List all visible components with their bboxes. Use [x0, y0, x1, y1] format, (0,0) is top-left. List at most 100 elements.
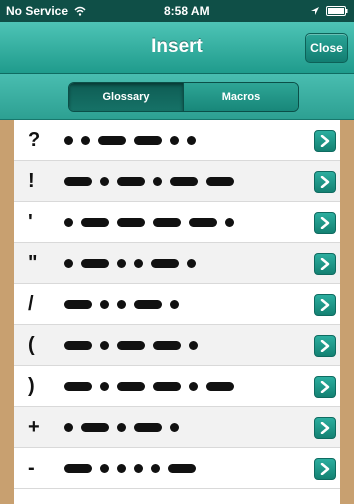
morse-dash: [98, 135, 126, 145]
chevron-right-icon: [320, 299, 330, 311]
character-label: ?: [28, 128, 41, 151]
morse-dot: [153, 176, 162, 186]
morse-dash: [170, 176, 198, 186]
morse-dot: [151, 463, 160, 473]
morse-dash: [168, 463, 196, 473]
chevron-right-icon: [320, 135, 330, 147]
chevron-right-icon: [320, 340, 330, 352]
morse-code: [64, 463, 340, 473]
status-right: [310, 6, 348, 16]
chevron-right-icon: [320, 463, 330, 475]
segmented-control: Glossary Macros: [68, 82, 299, 112]
morse-dash: [206, 176, 234, 186]
disclosure-button[interactable]: [314, 417, 336, 439]
morse-code: [64, 176, 340, 186]
morse-dot: [170, 299, 179, 309]
morse-code: [64, 340, 340, 350]
morse-dot: [189, 381, 198, 391]
morse-dot: [100, 299, 109, 309]
location-arrow-icon: [310, 6, 320, 16]
morse-dash: [134, 422, 162, 432]
tab-glossary[interactable]: Glossary: [69, 83, 183, 111]
character-label: ": [28, 251, 38, 274]
morse-dot: [64, 422, 73, 432]
list-item[interactable]: /: [14, 284, 340, 325]
morse-dot: [117, 299, 126, 309]
disclosure-button[interactable]: [314, 294, 336, 316]
morse-dot: [64, 217, 73, 227]
list-item[interactable]: +: [14, 407, 340, 448]
character-label: ): [28, 374, 35, 397]
wifi-icon: [74, 6, 86, 16]
morse-dot: [100, 176, 109, 186]
character-label: ': [28, 210, 33, 233]
morse-dash: [151, 258, 179, 268]
morse-code: [64, 299, 340, 309]
status-bar: No Service 8:58 AM: [0, 0, 354, 22]
morse-dot: [170, 422, 179, 432]
morse-dot: [117, 258, 126, 268]
morse-dot: [100, 340, 109, 350]
morse-code: [64, 217, 340, 227]
tab-macros[interactable]: Macros: [183, 83, 298, 111]
morse-dot: [100, 463, 109, 473]
morse-dot: [64, 135, 73, 145]
chevron-right-icon: [320, 258, 330, 270]
morse-dot: [189, 340, 198, 350]
morse-dash: [64, 340, 92, 350]
list-item[interactable]: ?: [14, 120, 340, 161]
morse-dash: [81, 258, 109, 268]
morse-dash: [64, 176, 92, 186]
chevron-right-icon: [320, 422, 330, 434]
close-button[interactable]: Close: [305, 33, 348, 63]
morse-dash: [153, 381, 181, 391]
morse-dot: [117, 463, 126, 473]
disclosure-button[interactable]: [314, 253, 336, 275]
chevron-right-icon: [320, 176, 330, 188]
morse-dot: [117, 422, 126, 432]
page-title: Insert: [151, 36, 203, 57]
morse-dash: [64, 463, 92, 473]
morse-dash: [81, 217, 109, 227]
disclosure-button[interactable]: [314, 376, 336, 398]
list-item[interactable]: -: [14, 448, 340, 489]
disclosure-button[interactable]: [314, 212, 336, 234]
morse-dash: [117, 217, 145, 227]
morse-dash: [117, 340, 145, 350]
morse-dot: [100, 381, 109, 391]
disclosure-button[interactable]: [314, 130, 336, 152]
list-item[interactable]: ): [14, 366, 340, 407]
morse-dash: [117, 381, 145, 391]
morse-dot: [134, 258, 143, 268]
list-item[interactable]: (: [14, 325, 340, 366]
battery-icon: [326, 6, 348, 16]
character-label: +: [28, 415, 40, 438]
morse-dot: [64, 258, 73, 268]
morse-code: [64, 422, 340, 432]
morse-dash: [134, 299, 162, 309]
morse-dot: [187, 258, 196, 268]
navigation-bar: Insert Close: [0, 22, 354, 74]
morse-dash: [153, 340, 181, 350]
list-item[interactable]: ': [14, 202, 340, 243]
morse-dash: [134, 135, 162, 145]
carrier-label: No Service: [6, 4, 69, 18]
list-item[interactable]: !: [14, 161, 340, 202]
morse-dot: [170, 135, 179, 145]
character-label: !: [28, 169, 35, 192]
morse-dash: [81, 422, 109, 432]
list-item[interactable]: ": [14, 243, 340, 284]
disclosure-button[interactable]: [314, 171, 336, 193]
disclosure-button[interactable]: [314, 458, 336, 480]
morse-dash: [206, 381, 234, 391]
chevron-right-icon: [320, 381, 330, 393]
morse-dash: [64, 299, 92, 309]
status-left: No Service: [6, 4, 136, 18]
morse-dot: [81, 135, 90, 145]
glossary-list: ?! ' " / () + -: [14, 120, 340, 504]
chevron-right-icon: [320, 217, 330, 229]
disclosure-button[interactable]: [314, 335, 336, 357]
morse-code: [64, 258, 340, 268]
morse-dash: [153, 217, 181, 227]
segment-toolbar: Glossary Macros: [0, 74, 354, 120]
